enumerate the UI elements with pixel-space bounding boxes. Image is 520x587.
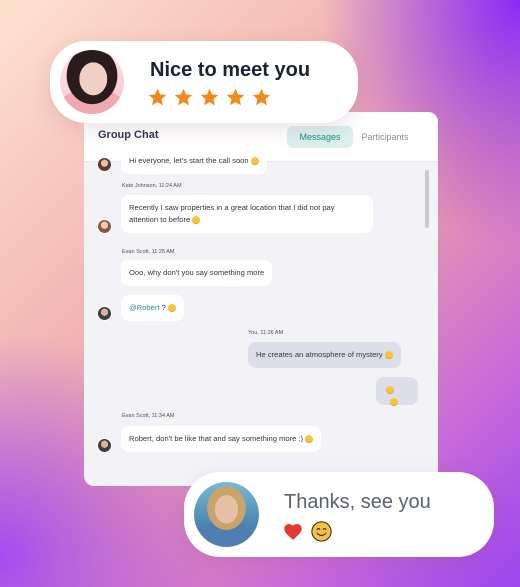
smiley-emoji-icon xyxy=(305,435,314,443)
avatar xyxy=(97,438,112,453)
smiley-emoji-icon xyxy=(250,157,259,165)
message-meta: You, 11:26 AM xyxy=(248,330,284,336)
star-icon xyxy=(252,88,271,106)
user-photo xyxy=(60,50,124,114)
message-text: Ooo, why don't you say something more xyxy=(129,268,265,277)
star-icon xyxy=(200,88,219,106)
heart-icon xyxy=(284,524,302,540)
cool-emoji-icon xyxy=(386,386,394,394)
scrollbar[interactable] xyxy=(425,170,429,228)
message-bubble: He creates an atmosphere of mystery xyxy=(248,342,401,368)
chat-title: Group Chat xyxy=(98,129,159,141)
message-bubble xyxy=(376,377,418,406)
star-icon xyxy=(226,88,245,106)
message-text: He creates an atmosphere of mystery xyxy=(256,350,383,359)
smiley-emoji-icon xyxy=(390,398,398,406)
message-meta: Evan Scott, 11:34 AM xyxy=(122,413,175,419)
star-rating xyxy=(147,87,272,108)
message-bubble: Robert, don't be like that and say somet… xyxy=(121,426,322,452)
message-bubble: Recently I saw properties in a great loc… xyxy=(121,195,373,233)
review-title: Nice to meet you xyxy=(150,59,311,81)
smiley-emoji-icon xyxy=(384,351,393,359)
smiley-icon xyxy=(311,521,332,542)
message-text: ? xyxy=(161,303,166,312)
smiley-emoji-icon xyxy=(167,304,176,312)
reply-title: Thanks, see you xyxy=(284,491,431,513)
message-meta: Kate Johnson, 11:24 AM xyxy=(122,183,182,189)
avatar xyxy=(97,306,112,321)
smiley-emoji-icon xyxy=(192,216,201,224)
message-bubble: Ooo, why don't you say something more xyxy=(121,260,273,286)
message-bubble: Hi everyone, let's start the call soon xyxy=(121,148,267,174)
star-icon xyxy=(174,88,193,106)
review-card: Nice to meet you xyxy=(50,41,358,123)
group-chat-window: Group Chat Messages Participants Hi ever… xyxy=(84,112,438,486)
reply-card: Thanks, see you xyxy=(184,472,494,557)
avatar xyxy=(97,219,112,234)
star-icon xyxy=(148,88,167,106)
message-text: Hi everyone, let's start the call soon xyxy=(129,156,249,165)
avatar xyxy=(97,157,112,172)
tab-participants[interactable]: Participants xyxy=(356,126,414,148)
message-text: Robert, don't be like that and say somet… xyxy=(129,434,304,443)
mention-link[interactable]: @Robert xyxy=(129,303,160,312)
message-bubble: @Robert ? xyxy=(121,295,184,321)
user-photo xyxy=(194,482,259,547)
message-text: Recently I saw properties in a great loc… xyxy=(129,203,335,224)
tab-messages[interactable]: Messages xyxy=(287,126,353,148)
message-meta: Evan Scott, 11:25 AM xyxy=(122,249,175,255)
